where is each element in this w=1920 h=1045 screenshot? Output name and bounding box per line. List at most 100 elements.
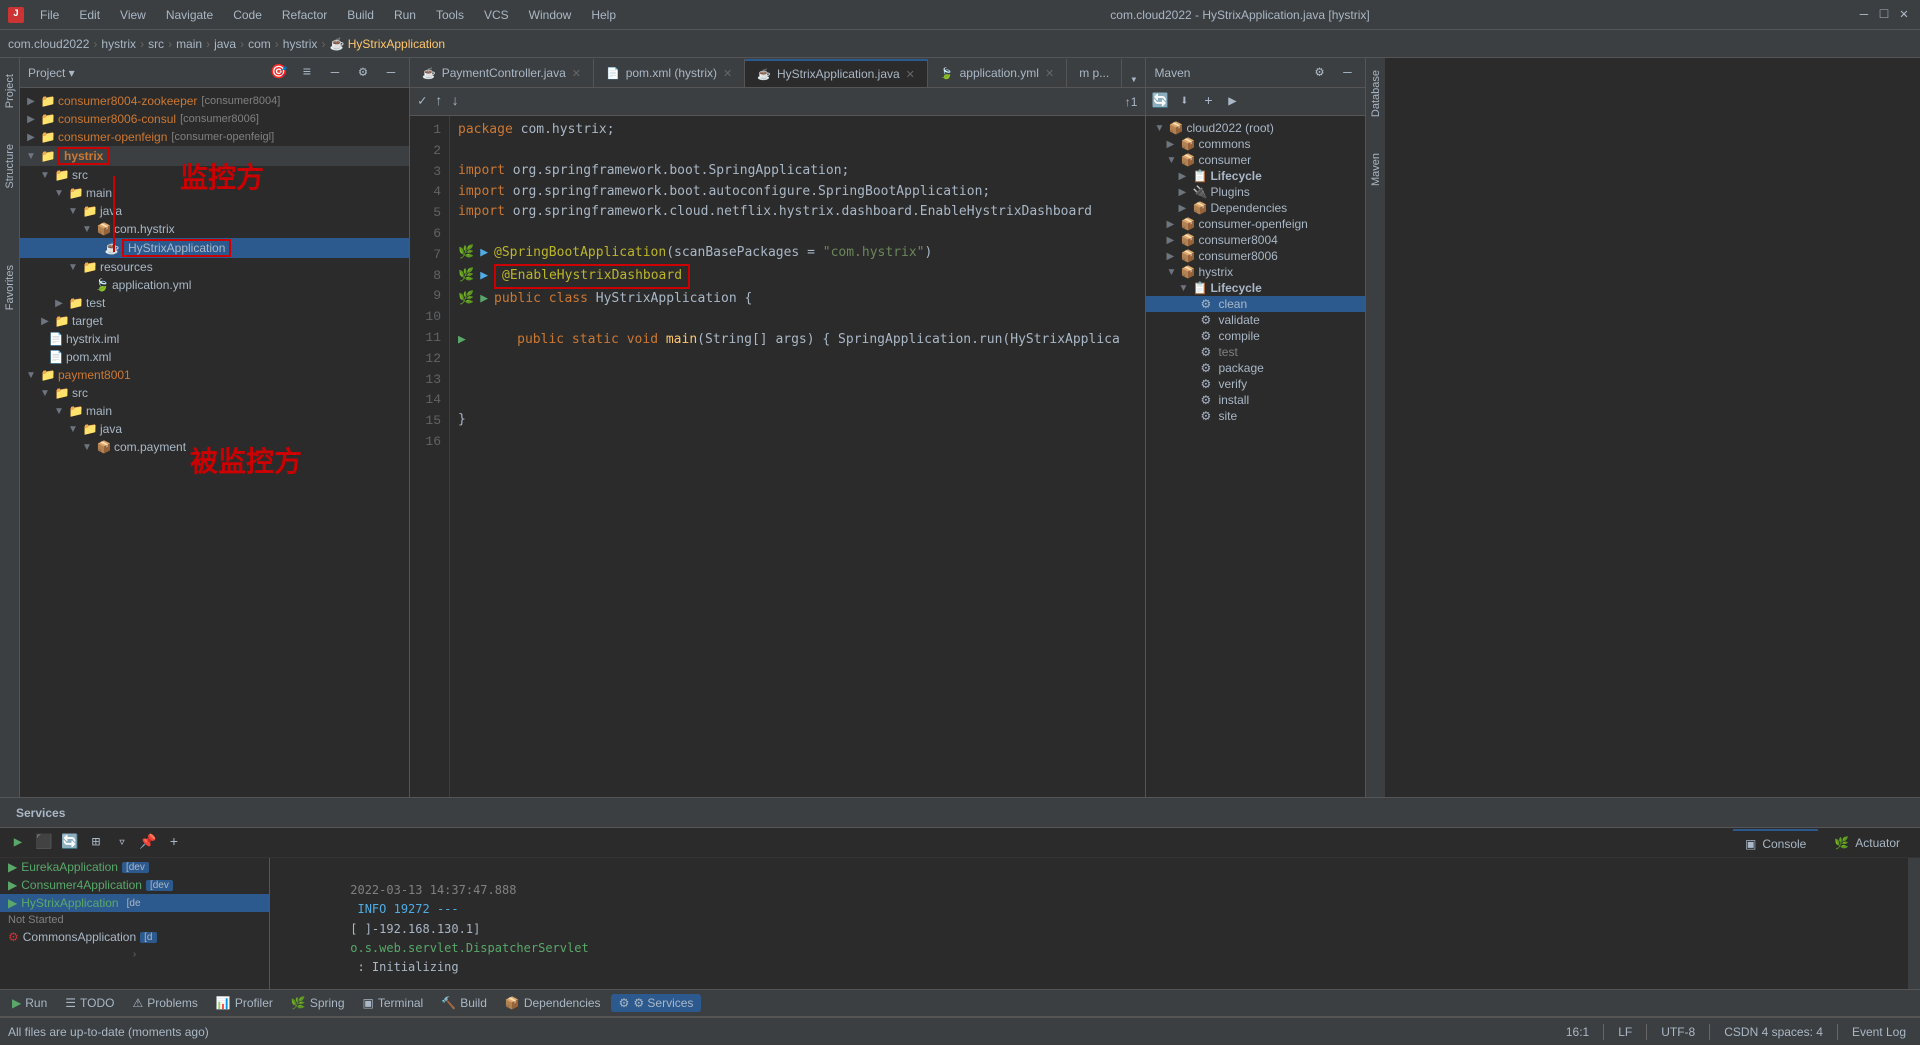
menu-file[interactable]: File (32, 6, 67, 24)
maven-item-site[interactable]: ⚙ site (1146, 408, 1365, 424)
svc-group-btn[interactable]: ⊞ (86, 833, 106, 853)
maven-item-hystrix-lifecycle[interactable]: ▼ 📋 Lifecycle (1146, 280, 1365, 296)
menu-build[interactable]: Build (339, 6, 382, 24)
spring-button[interactable]: 🌿 Spring (283, 994, 353, 1012)
tree-item-consumer-openfeign[interactable]: ▶ 📁 consumer-openfeign [consumer-openfei… (20, 128, 409, 146)
services-button[interactable]: ⚙ ⚙ Services (611, 994, 702, 1012)
menu-navigate[interactable]: Navigate (158, 6, 221, 24)
dependencies-button[interactable]: 📦 Dependencies (497, 994, 609, 1012)
tab-close[interactable]: ✕ (723, 67, 732, 80)
check-icon[interactable]: ✓ (418, 93, 426, 110)
svc-filter-btn[interactable]: ▿ (112, 833, 132, 853)
breadcrumb-item[interactable]: java (214, 37, 236, 51)
terminal-button[interactable]: ▣ Terminal (355, 994, 432, 1012)
todo-button[interactable]: ☰ TODO (57, 994, 122, 1012)
menu-refactor[interactable]: Refactor (274, 6, 335, 24)
maven-item-dependencies[interactable]: ▶ 📦 Dependencies (1146, 200, 1365, 216)
tree-item-hystrix[interactable]: ▼ 📁 hystrix (20, 146, 409, 166)
maven-item-consumer8004[interactable]: ▶ 📦 consumer8004 (1146, 232, 1365, 248)
maven-settings-icon[interactable]: ⚙ (1309, 63, 1329, 83)
run-button[interactable]: ▶ Run (4, 994, 55, 1012)
maven-item-lifecycle[interactable]: ▶ 📋 Lifecycle (1146, 168, 1365, 184)
side-tab-database[interactable]: Database (1368, 62, 1384, 125)
tab-close[interactable]: ✕ (906, 68, 915, 81)
encoding-indicator[interactable]: LF (1612, 1023, 1638, 1041)
tree-item-main[interactable]: ▼ 📁 main (20, 184, 409, 202)
menu-vcs[interactable]: VCS (476, 6, 517, 24)
bottom-tab-actuator[interactable]: 🌿 Actuator (1822, 829, 1912, 857)
bottom-tab-console[interactable]: ▣ Console (1733, 829, 1818, 857)
tab-payment-controller[interactable]: ☕ PaymentController.java ✕ (410, 59, 594, 87)
down-icon[interactable]: ↓ (451, 94, 459, 110)
hide-icon[interactable]: — (381, 63, 401, 83)
maven-refresh-icon[interactable]: 🔄 (1150, 92, 1170, 112)
tab-hystrix-app[interactable]: ☕ HyStrixApplication.java ✕ (745, 59, 928, 87)
maven-item-commons[interactable]: ▶ 📦 commons (1146, 136, 1365, 152)
maven-item-clean[interactable]: ⚙ clean (1146, 296, 1365, 312)
tab-close[interactable]: ✕ (1045, 67, 1054, 80)
menu-view[interactable]: View (112, 6, 154, 24)
side-tab-maven[interactable]: Maven (1368, 145, 1384, 194)
tree-item-resources[interactable]: ▼ 📁 resources (20, 258, 409, 276)
breadcrumb-item[interactable]: com (248, 37, 271, 51)
svc-add-btn[interactable]: + (164, 833, 184, 853)
service-item-consumer4[interactable]: ▶ Consumer4Application [dev (0, 876, 269, 894)
service-item-not-started[interactable]: Not Started (0, 912, 269, 928)
tab-more[interactable]: m p... (1067, 59, 1122, 87)
tree-item-consumer8004[interactable]: ▶ 📁 consumer8004-zookeeper [consumer8004… (20, 92, 409, 110)
menu-bar[interactable]: File Edit View Navigate Code Refactor Bu… (32, 6, 624, 24)
tree-item-payment-java[interactable]: ▼ 📁 java (20, 420, 409, 438)
tree-item-payment8001[interactable]: ▼ 📁 payment8001 (20, 366, 409, 384)
tree-item-payment-src[interactable]: ▼ 📁 src (20, 384, 409, 402)
maven-add-icon[interactable]: + (1198, 92, 1218, 112)
tree-item-pom[interactable]: 📄 pom.xml (20, 348, 409, 366)
menu-tools[interactable]: Tools (428, 6, 472, 24)
service-item-commons[interactable]: ⚙ CommonsApplication [d (0, 928, 269, 946)
breadcrumb-item[interactable]: hystrix (101, 37, 136, 51)
menu-edit[interactable]: Edit (71, 6, 108, 24)
maven-item-consumer-openfeign[interactable]: ▶ 📦 consumer-openfeign (1146, 216, 1365, 232)
tab-pom-xml[interactable]: 📄 pom.xml (hystrix) ✕ (594, 59, 745, 87)
tree-item-src[interactable]: ▼ 📁 src (20, 166, 409, 184)
event-log-button[interactable]: Event Log (1846, 1023, 1912, 1041)
tree-item-test[interactable]: ▶ 📁 test (20, 294, 409, 312)
maven-item-consumer8006[interactable]: ▶ 📦 consumer8006 (1146, 248, 1365, 264)
maven-item-hystrix[interactable]: ▼ 📦 hystrix (1146, 264, 1365, 280)
maven-item-plugins[interactable]: ▶ 🔌 Plugins (1146, 184, 1365, 200)
problems-button[interactable]: ⚠ Problems (124, 994, 205, 1012)
breadcrumb-item[interactable]: src (148, 37, 164, 51)
tree-item-payment-main[interactable]: ▼ 📁 main (20, 402, 409, 420)
svc-restart-btn[interactable]: 🔄 (60, 833, 80, 853)
tree-item-application-yml[interactable]: 🍃 application.yml (20, 276, 409, 294)
tree-item-consumer8006[interactable]: ▶ 📁 consumer8006-consul [consumer8006] (20, 110, 409, 128)
menu-code[interactable]: Code (225, 6, 270, 24)
maven-item-compile[interactable]: ⚙ compile (1146, 328, 1365, 344)
tab-application-yml[interactable]: 🍃 application.yml ✕ (928, 59, 1067, 87)
maven-item-consumer[interactable]: ▼ 📦 consumer (1146, 152, 1365, 168)
side-tab-favorites[interactable]: Favorites (2, 257, 18, 318)
maven-item-cloud2022[interactable]: ▼ 📦 cloud2022 (root) (1146, 120, 1365, 136)
maven-minimize-icon[interactable]: — (1337, 63, 1357, 83)
svc-stop-btn[interactable]: ⬛ (34, 833, 54, 853)
breadcrumb-item[interactable]: hystrix (283, 37, 318, 51)
profiler-button[interactable]: 📊 Profiler (208, 994, 281, 1012)
tab-close[interactable]: ✕ (572, 67, 581, 80)
maven-item-install[interactable]: ⚙ install (1146, 392, 1365, 408)
side-tab-project[interactable]: Project (2, 66, 18, 116)
service-item-eureka[interactable]: ▶ EurekaApplication [dev (0, 858, 269, 876)
position-indicator[interactable]: 16:1 (1560, 1023, 1595, 1041)
build-button[interactable]: 🔨 Build (433, 994, 495, 1012)
maven-run-icon[interactable]: ▶ (1222, 92, 1242, 112)
maven-item-verify[interactable]: ⚙ verify (1146, 376, 1365, 392)
menu-run[interactable]: Run (386, 6, 424, 24)
expand-icon[interactable]: ≡ (297, 63, 317, 83)
menu-help[interactable]: Help (583, 6, 624, 24)
close-button[interactable]: ✕ (1896, 7, 1912, 23)
breadcrumb-item[interactable]: com.cloud2022 (8, 37, 89, 51)
collapse-icon[interactable]: — (325, 63, 345, 83)
tree-item-com-hystrix[interactable]: ▼ 📦 com.hystrix (20, 220, 409, 238)
minimize-button[interactable]: — (1856, 7, 1872, 23)
menu-window[interactable]: Window (521, 6, 580, 24)
tab-overflow[interactable]: ▾ (1122, 72, 1145, 87)
up-icon[interactable]: ↑ (434, 94, 442, 110)
